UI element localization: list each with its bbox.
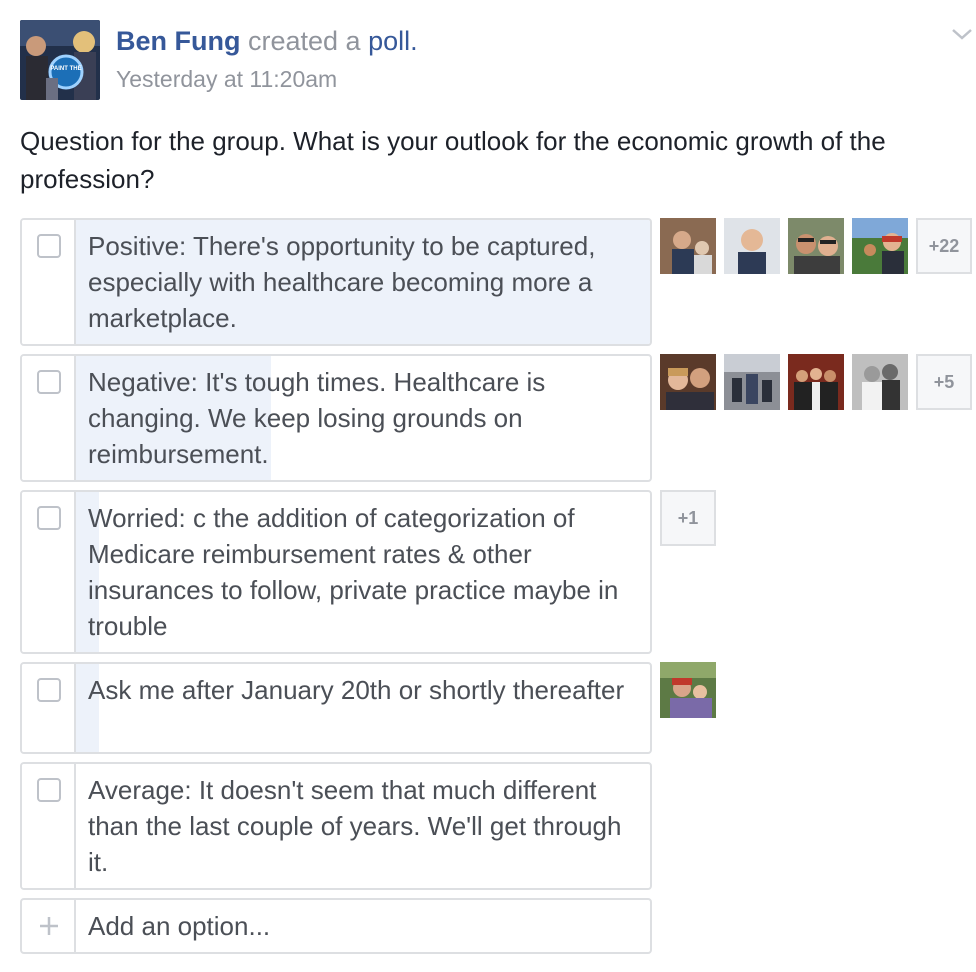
option-checkbox[interactable] [37,234,61,258]
option-checkbox[interactable] [37,678,61,702]
poll-post: PAINT THE Ben Fung created a poll. Yeste… [0,0,976,972]
voter-list: +22 [660,218,972,274]
more-voters-button[interactable]: +1 [660,490,716,546]
voter-avatar[interactable] [788,354,844,410]
voter-list: +5 [660,354,972,410]
poll-question: Question for the group. What is your out… [20,126,886,194]
more-voters-button[interactable]: +22 [916,218,972,274]
poll-option[interactable]: Worried: c the addition of categorizatio… [20,490,652,654]
option-label: Positive: There's opportunity to be capt… [88,231,596,333]
poll-option[interactable]: Average: It doesn't seem that much diffe… [20,762,652,890]
poll-option[interactable]: Negative: It's tough times. Healthcare i… [20,354,652,482]
add-option-row[interactable] [20,898,652,954]
plus-icon [37,914,61,938]
poll-option[interactable]: Positive: There's opportunity to be capt… [20,218,652,346]
poll-link[interactable]: poll. [368,26,418,56]
option-checkbox[interactable] [37,506,61,530]
avatar-image: PAINT THE [20,20,100,100]
voter-avatar[interactable] [852,218,908,274]
avatar-text: PAINT THE [50,66,81,72]
option-checkbox[interactable] [37,778,61,802]
author-line: Ben Fung created a poll. [116,24,418,58]
option-label: Negative: It's tough times. Healthcare i… [88,367,546,469]
action-text: created a [248,26,361,56]
add-option-input[interactable] [88,900,642,952]
option-label: Average: It doesn't seem that much diffe… [88,775,622,877]
voter-avatar[interactable] [660,218,716,274]
poll-option[interactable]: Ask me after January 20th or shortly the… [20,662,652,754]
voter-avatar[interactable] [660,662,716,718]
author-avatar[interactable]: PAINT THE [20,20,100,100]
voter-avatar[interactable] [852,354,908,410]
option-label: Ask me after January 20th or shortly the… [88,675,625,705]
voter-list [660,662,716,718]
chevron-down-icon[interactable] [950,22,974,46]
option-label: Worried: c the addition of categorizatio… [88,503,619,641]
author-name-link[interactable]: Ben Fung [116,26,240,56]
voter-avatar[interactable] [724,354,780,410]
option-checkbox[interactable] [37,370,61,394]
more-voters-button[interactable]: +5 [916,354,972,410]
voter-list: +1 [660,490,716,546]
voter-avatar[interactable] [660,354,716,410]
voter-avatar[interactable] [788,218,844,274]
voter-avatar[interactable] [724,218,780,274]
post-timestamp[interactable]: Yesterday at 11:20am [116,64,337,94]
